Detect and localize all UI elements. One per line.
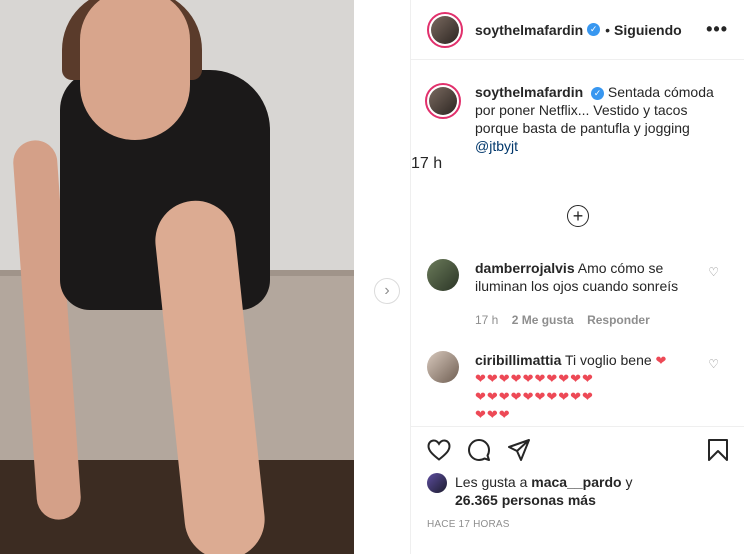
likes-text: Les gusta a maca__pardo y 26.365 persona…	[455, 473, 632, 509]
comment-body: ciribillimattia Ti voglio bene ❤ ❤❤❤❤❤❤❤…	[475, 351, 687, 424]
plus-circle-icon: +	[572, 206, 584, 226]
action-icons	[427, 437, 729, 463]
more-options-icon[interactable]: •••	[706, 19, 728, 40]
likes-prefix: Les gusta a	[455, 474, 528, 490]
comment-like-heart-icon[interactable]: ♡	[708, 357, 719, 371]
comment-icon[interactable]	[467, 438, 491, 462]
liker-username[interactable]: maca__pardo	[531, 474, 621, 490]
comment-body: damberrojalvis Amo cómo se iluminan los …	[475, 259, 687, 329]
comment-meta: 17 h 2 Me gusta Responder	[475, 311, 687, 329]
post-photo[interactable]	[0, 0, 354, 554]
post-header: soythelmafardin ✓ • Siguiendo •••	[411, 0, 744, 60]
comment-like-heart-icon[interactable]: ♡	[708, 265, 719, 279]
post-actions: Les gusta a maca__pardo y 26.365 persona…	[411, 426, 744, 530]
next-photo-button[interactable]: ›	[374, 278, 400, 304]
comment-time[interactable]: 17 h	[475, 313, 498, 327]
comment-username[interactable]: ciribillimattia	[475, 352, 561, 368]
post-side-panel: soythelmafardin ✓ • Siguiendo ••• soythe…	[410, 0, 744, 554]
caption-avatar[interactable]	[425, 83, 461, 119]
post-timestamp[interactable]: HACE 17 HORAS	[427, 519, 729, 530]
comment-item: ciribillimattia Ti voglio bene ❤ ❤❤❤❤❤❤❤…	[411, 351, 744, 424]
comment-avatar[interactable]	[427, 351, 459, 383]
liker-avatar[interactable]	[427, 473, 447, 493]
verified-badge-icon: ✓	[591, 87, 605, 100]
separator-dot: •	[605, 21, 611, 38]
likes-summary: Les gusta a maca__pardo y 26.365 persona…	[427, 473, 729, 509]
verified-badge-icon: ✓	[587, 23, 601, 36]
comment-item: damberrojalvis Amo cómo se iluminan los …	[411, 259, 744, 329]
reply-button[interactable]: Responder	[587, 313, 650, 327]
heart-emoji-row: ❤❤❤	[475, 407, 511, 422]
avatar[interactable]	[427, 11, 463, 48]
photo-face	[80, 0, 190, 140]
heart-emoji: ❤	[655, 353, 668, 368]
caption-mention-link[interactable]: @jtbyjt	[475, 138, 518, 154]
heart-emoji-row: ❤❤❤❤❤❤❤❤❤❤	[475, 389, 594, 404]
comments-list[interactable]: soythelmafardin ✓ Sentada cómoda por pon…	[411, 61, 744, 425]
caption-time: 17 h	[411, 155, 443, 172]
caption-username[interactable]: soythelmafardin	[475, 84, 583, 100]
caption-text-block: soythelmafardin ✓ Sentada cómoda por pon…	[475, 83, 729, 155]
comment-text: Ti voglio bene	[565, 352, 652, 368]
load-more-comments-button[interactable]: +	[567, 205, 589, 227]
comment-avatar[interactable]	[427, 259, 459, 291]
heart-icon[interactable]	[427, 439, 451, 461]
heart-emoji-row: ❤❤❤❤❤❤❤❤❤❤	[475, 371, 594, 386]
following-button[interactable]: Siguiendo	[614, 22, 682, 38]
caption: soythelmafardin ✓ Sentada cómoda por pon…	[411, 61, 744, 155]
likes-conj: y	[625, 474, 633, 490]
likes-count[interactable]: 26.365 personas más	[455, 492, 596, 508]
comment-likes-count[interactable]: 2 Me gusta	[512, 313, 574, 327]
bookmark-icon[interactable]	[707, 438, 729, 462]
comment-username[interactable]: damberrojalvis	[475, 260, 575, 276]
header-username[interactable]: soythelmafardin	[475, 22, 583, 38]
chevron-right-icon: ›	[384, 282, 390, 299]
share-icon[interactable]	[507, 438, 531, 462]
